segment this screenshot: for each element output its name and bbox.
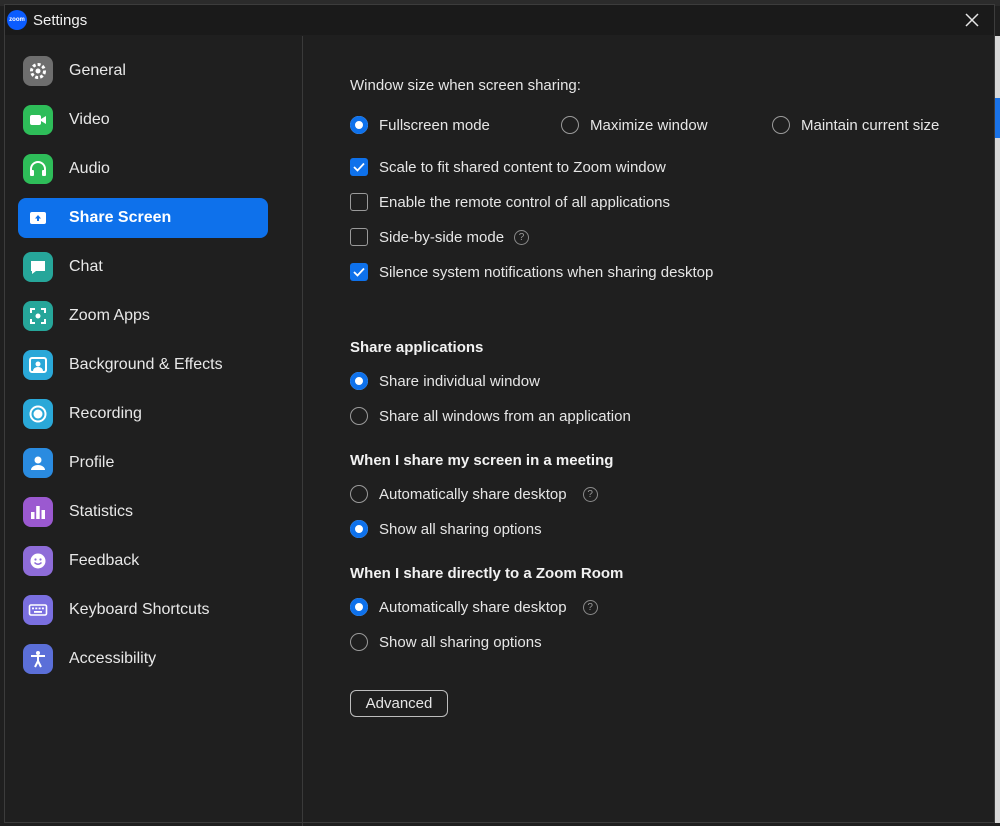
checkbox-label: Scale to fit shared content to Zoom wind… <box>379 158 666 176</box>
radio-selected[interactable] <box>350 598 368 616</box>
sidebar-item-share-screen[interactable]: Share Screen <box>18 198 268 238</box>
sidebar-item-label: Share Screen <box>69 209 172 226</box>
sidebar-item-label: Video <box>69 111 110 128</box>
checkbox-label: Enable the remote control of all applica… <box>379 193 671 211</box>
radio-unselected[interactable] <box>350 485 368 503</box>
sidebar-item-label: Recording <box>69 405 142 422</box>
radio-label: Automatically share desktop <box>379 485 567 503</box>
background-accent <box>995 98 1000 138</box>
radio-share-all-windows[interactable]: Share all windows from an application <box>350 407 631 425</box>
checkbox-label: Side-by-side mode <box>379 228 505 246</box>
sidebar-item-statistics[interactable]: Statistics <box>18 492 268 532</box>
advanced-button[interactable]: Advanced <box>350 690 448 717</box>
sidebar-item-video[interactable]: Video <box>18 100 268 140</box>
radio-selected[interactable] <box>350 372 368 390</box>
meeting-heading: When I share my screen in a meeting <box>350 452 614 469</box>
record-icon <box>23 399 53 429</box>
sidebar-item-keyboard-shortcuts[interactable]: Keyboard Shortcuts <box>18 590 268 630</box>
share-screen-panel: Window size when screen sharing: Fullscr… <box>303 36 993 824</box>
sidebar-item-zoom-apps[interactable]: Zoom Apps <box>18 296 268 336</box>
share-screen-icon <box>23 203 53 233</box>
background-person-icon <box>23 350 53 380</box>
radio-label: Maximize window <box>590 116 708 134</box>
radio-share-individual-window[interactable]: Share individual window <box>350 372 540 390</box>
help-icon[interactable]: ? <box>514 229 530 245</box>
sidebar-item-label: Background & Effects <box>69 356 223 373</box>
sidebar-item-audio[interactable]: Audio <box>18 149 268 189</box>
window-size-label: Window size when screen sharing: <box>350 77 581 94</box>
checkmark-icon <box>353 162 365 172</box>
sidebar-item-recording[interactable]: Recording <box>18 394 268 434</box>
apps-icon <box>23 301 53 331</box>
radio-label: Automatically share desktop <box>379 598 567 616</box>
checkbox-checked[interactable] <box>350 158 368 176</box>
checkbox-unchecked[interactable] <box>350 228 368 246</box>
radio-label: Maintain current size <box>801 116 940 134</box>
checkbox-checked[interactable] <box>350 263 368 281</box>
radio-unselected[interactable] <box>561 116 579 134</box>
headphones-icon <box>23 154 53 184</box>
sidebar-item-label: Accessibility <box>69 650 157 667</box>
bar-chart-icon <box>23 497 53 527</box>
background-window-edge <box>995 36 1000 823</box>
settings-window: zoom Settings General Video Audio Share … <box>4 4 995 826</box>
radio-room-auto-share-desktop[interactable]: Automatically share desktop ? <box>350 598 598 616</box>
checkbox-remote-control[interactable]: Enable the remote control of all applica… <box>350 193 670 211</box>
radio-maintain-current-size[interactable]: Maintain current size <box>772 116 939 134</box>
radio-meeting-auto-share-desktop[interactable]: Automatically share desktop ? <box>350 485 598 503</box>
close-icon <box>965 13 979 27</box>
checkbox-silence-notifications[interactable]: Silence system notifications when sharin… <box>350 263 713 281</box>
sidebar-item-label: Profile <box>69 454 115 471</box>
close-button[interactable] <box>960 8 984 32</box>
checkmark-icon <box>353 267 365 277</box>
sidebar-item-label: Zoom Apps <box>69 307 150 324</box>
video-camera-icon <box>23 105 53 135</box>
radio-unselected[interactable] <box>350 407 368 425</box>
radio-unselected[interactable] <box>350 633 368 651</box>
radio-label: Fullscreen mode <box>379 116 490 134</box>
radio-label: Show all sharing options <box>379 520 542 538</box>
checkbox-scale-to-fit[interactable]: Scale to fit shared content to Zoom wind… <box>350 158 666 176</box>
share-applications-heading: Share applications <box>350 339 484 356</box>
radio-label: Share individual window <box>379 372 540 390</box>
keyboard-icon <box>23 595 53 625</box>
zoom-room-heading: When I share directly to a Zoom Room <box>350 565 624 582</box>
window-title: Settings <box>33 11 88 29</box>
sidebar-item-label: Feedback <box>69 552 140 569</box>
radio-label: Show all sharing options <box>379 633 542 651</box>
help-icon[interactable]: ? <box>582 486 598 502</box>
sidebar-item-general[interactable]: General <box>18 51 268 91</box>
person-icon <box>23 448 53 478</box>
sidebar-item-accessibility[interactable]: Accessibility <box>18 639 268 679</box>
radio-meeting-show-all-options[interactable]: Show all sharing options <box>350 520 542 538</box>
smiley-icon <box>23 546 53 576</box>
chat-bubble-icon <box>23 252 53 282</box>
sidebar-item-label: Statistics <box>69 503 134 520</box>
radio-unselected[interactable] <box>772 116 790 134</box>
sidebar-item-feedback[interactable]: Feedback <box>18 541 268 581</box>
sidebar-item-label: General <box>69 62 126 79</box>
sidebar-item-background-effects[interactable]: Background & Effects <box>18 345 268 385</box>
radio-maximize-window[interactable]: Maximize window <box>561 116 708 134</box>
logo-text: zoom <box>9 17 25 23</box>
title-bar: zoom Settings <box>5 5 994 35</box>
help-icon[interactable]: ? <box>582 599 598 615</box>
checkbox-label: Silence system notifications when sharin… <box>379 263 714 281</box>
sidebar-item-chat[interactable]: Chat <box>18 247 268 287</box>
radio-label: Share all windows from an application <box>379 407 631 425</box>
radio-room-show-all-options[interactable]: Show all sharing options <box>350 633 542 651</box>
zoom-logo-icon: zoom <box>7 10 27 30</box>
checkbox-side-by-side[interactable]: Side-by-side mode ? <box>350 228 530 246</box>
gear-icon <box>23 56 53 86</box>
radio-selected[interactable] <box>350 116 368 134</box>
radio-fullscreen-mode[interactable]: Fullscreen mode <box>350 116 490 134</box>
sidebar-item-profile[interactable]: Profile <box>18 443 268 483</box>
radio-selected[interactable] <box>350 520 368 538</box>
sidebar-item-label: Keyboard Shortcuts <box>69 601 210 618</box>
accessibility-icon <box>23 644 53 674</box>
sidebar-item-label: Audio <box>69 160 110 177</box>
sidebar-item-label: Chat <box>69 258 103 275</box>
checkbox-unchecked[interactable] <box>350 193 368 211</box>
